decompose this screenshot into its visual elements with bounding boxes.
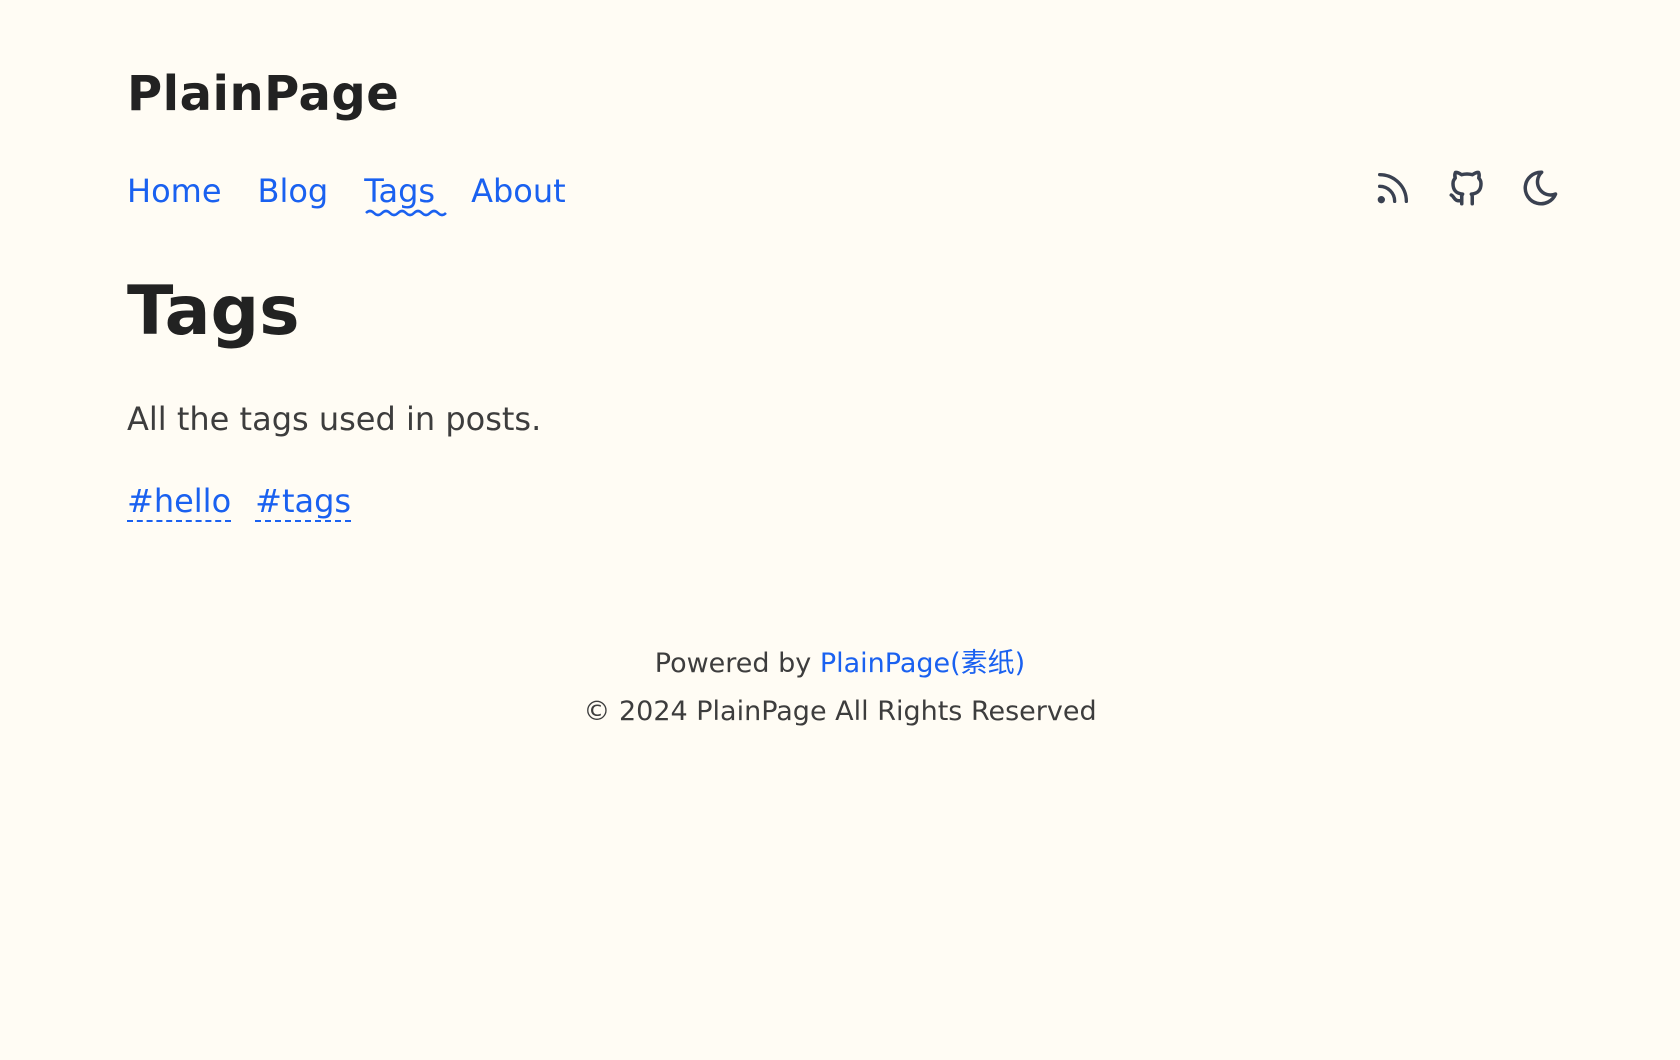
nav-home[interactable]: Home [127, 172, 222, 210]
nav-tags[interactable]: Tags [364, 172, 448, 217]
tag-link-hello[interactable]: #hello [127, 482, 232, 523]
header-icons [1371, 166, 1563, 210]
nav-about[interactable]: About [471, 172, 566, 210]
powered-by-line: Powered by PlainPage(素纸) [0, 640, 1680, 688]
active-wavy-underline [365, 210, 448, 217]
site-title[interactable]: PlainPage [127, 70, 399, 118]
tag-link-tags[interactable]: #tags [255, 482, 352, 523]
powered-by-text: Powered by [654, 648, 820, 679]
moon-icon[interactable] [1519, 166, 1563, 210]
tag-list: #hello #tags [127, 482, 352, 523]
plainpage-link[interactable]: PlainPage(素纸) [820, 648, 1025, 679]
github-icon[interactable] [1445, 166, 1489, 210]
nav-tags-label: Tags [364, 172, 436, 210]
page-description: All the tags used in posts. [127, 400, 542, 438]
nav-blog[interactable]: Blog [258, 172, 329, 210]
rss-icon[interactable] [1371, 166, 1415, 210]
footer: Powered by PlainPage(素纸) © 2024 PlainPag… [0, 640, 1680, 736]
main-nav: Home Blog Tags About [127, 172, 602, 217]
copyright-text: © 2024 PlainPage All Rights Reserved [583, 696, 1097, 727]
page-title: Tags [127, 272, 300, 351]
